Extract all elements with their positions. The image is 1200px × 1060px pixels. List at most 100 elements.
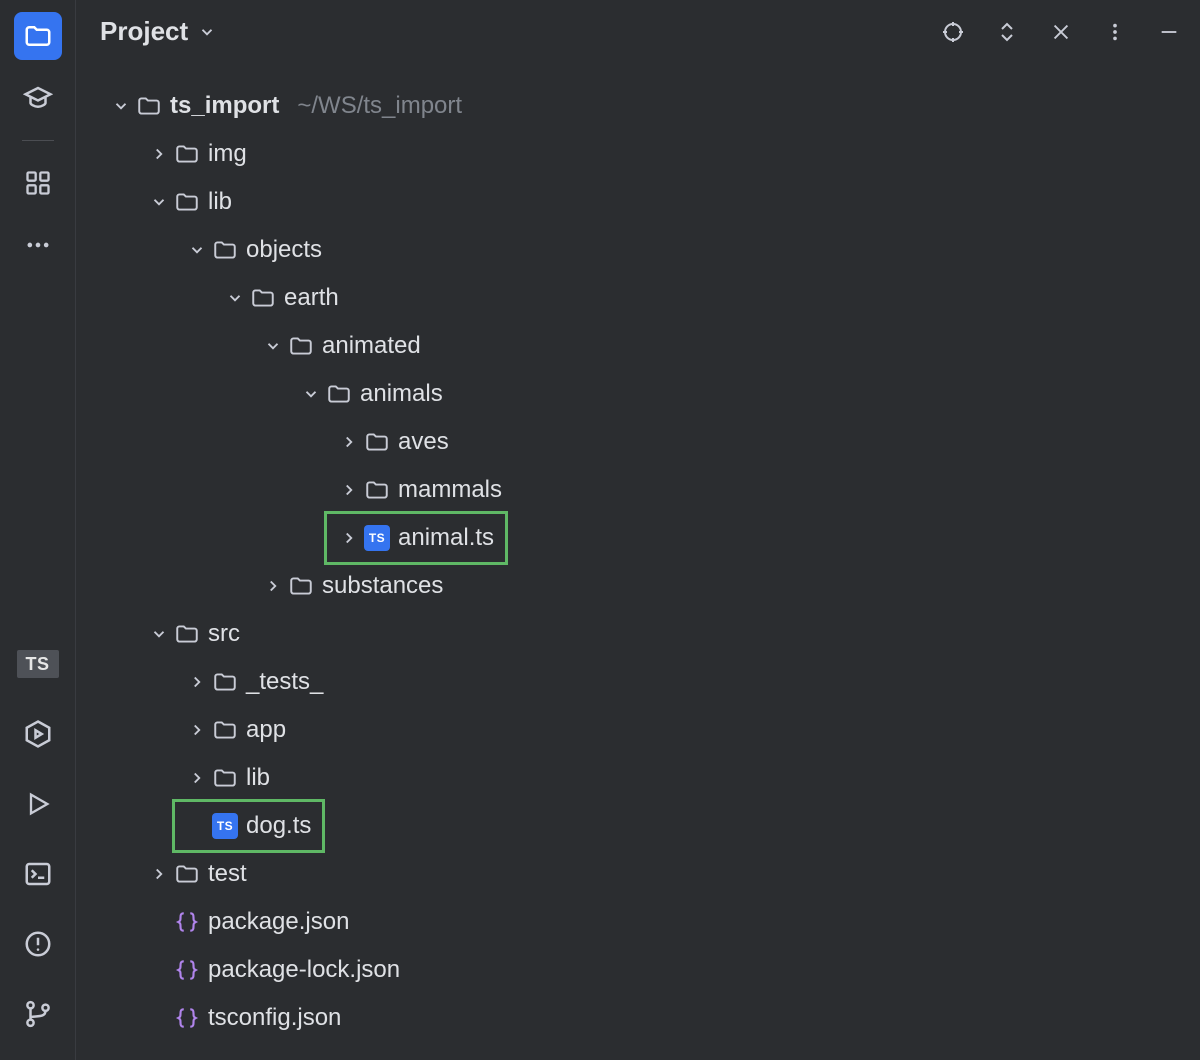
hexagon-play-icon [23, 719, 53, 749]
chevron-down-icon [112, 97, 130, 115]
tree-item-label: lib [246, 764, 270, 792]
chevron-down-icon [226, 289, 244, 307]
chevron-down-icon [150, 625, 168, 643]
rail-separator [22, 140, 54, 141]
minimize-button[interactable] [1156, 19, 1182, 45]
chevron-right-icon [340, 481, 358, 499]
run-button[interactable] [14, 780, 62, 828]
graduation-cap-icon [23, 83, 53, 113]
close-icon [1050, 21, 1072, 43]
tree-item[interactable]: src [76, 610, 1200, 658]
git-branch-icon [23, 999, 53, 1029]
target-icon [941, 20, 965, 44]
tree-item-label: animal.ts [398, 524, 494, 552]
chevron-right-icon [340, 433, 358, 451]
tree-item[interactable]: app [76, 706, 1200, 754]
tree-item[interactable]: TSdog.ts [76, 802, 1200, 850]
folder-icon [288, 333, 314, 359]
grid-icon [24, 169, 52, 197]
minimize-icon [1158, 21, 1180, 43]
panel-toolbar: Project [76, 0, 1200, 64]
tree-item[interactable]: package-lock.json [76, 946, 1200, 994]
chevron-right-icon [264, 577, 282, 595]
select-opened-file-button[interactable] [940, 19, 966, 45]
chevron-right-icon [188, 721, 206, 739]
services-button[interactable] [14, 710, 62, 758]
json-icon [174, 909, 200, 935]
tree-item[interactable]: mammals [76, 466, 1200, 514]
ts-file-icon: TS [364, 525, 390, 551]
tree-item-label: dog.ts [246, 812, 311, 840]
chevron-right-icon [188, 769, 206, 787]
chevron-down-icon [150, 193, 168, 211]
json-icon [174, 957, 200, 983]
terminal-button[interactable] [14, 850, 62, 898]
academy-button[interactable] [14, 74, 62, 122]
warning-circle-icon [23, 929, 53, 959]
chevron-right-icon [188, 673, 206, 691]
structure-button[interactable] [14, 159, 62, 207]
tree-item-path: ~/WS/ts_import [297, 92, 462, 120]
tree-item[interactable]: animals [76, 370, 1200, 418]
tree-item[interactable]: animated [76, 322, 1200, 370]
tree-item[interactable]: lib [76, 754, 1200, 802]
tree-item[interactable]: lib [76, 178, 1200, 226]
project-tree[interactable]: ts_import~/WS/ts_import img lib objects … [76, 64, 1200, 1060]
tree-item[interactable]: objects [76, 226, 1200, 274]
chevron-down-icon [264, 337, 282, 355]
tree-item[interactable]: TS animal.ts [76, 514, 1200, 562]
tree-item[interactable]: test [76, 850, 1200, 898]
tree-item[interactable]: _tests_ [76, 658, 1200, 706]
hide-button[interactable] [1048, 19, 1074, 45]
folder-icon [174, 189, 200, 215]
tree-item[interactable]: tsconfig.json [76, 994, 1200, 1042]
folder-icon [364, 477, 390, 503]
terminal-icon [23, 859, 53, 889]
tree-item[interactable]: substances [76, 562, 1200, 610]
project-tool-button[interactable] [14, 12, 62, 60]
folder-icon [23, 21, 53, 51]
ts-badge-icon: TS [17, 650, 59, 678]
panel-title: Project [100, 16, 188, 47]
folder-icon [250, 285, 276, 311]
folder-icon [174, 621, 200, 647]
folder-icon [288, 573, 314, 599]
folder-icon [212, 765, 238, 791]
options-button[interactable] [1102, 19, 1128, 45]
expand-collapse-button[interactable] [994, 19, 1020, 45]
chevron-down-icon [198, 23, 216, 41]
expand-collapse-icon [995, 20, 1019, 44]
folder-icon [174, 861, 200, 887]
kebab-icon [1104, 21, 1126, 43]
folder-icon [212, 717, 238, 743]
problems-button[interactable] [14, 920, 62, 968]
panel-title-button[interactable]: Project [100, 16, 216, 47]
version-control-button[interactable] [14, 990, 62, 1038]
tree-item-label: lib [208, 188, 232, 216]
tree-item[interactable]: earth [76, 274, 1200, 322]
json-icon [174, 1005, 200, 1031]
tree-item-label: earth [284, 284, 339, 312]
tree-item-label: ts_import [170, 92, 279, 120]
tree-item-label: package.json [208, 908, 349, 936]
tree-item[interactable]: package.json [76, 898, 1200, 946]
more-button[interactable] [14, 221, 62, 269]
tree-item-label: app [246, 716, 286, 744]
typescript-tool-button[interactable]: TS [14, 640, 62, 688]
tree-item-label: src [208, 620, 240, 648]
tree-item-label: aves [398, 428, 449, 456]
tree-item[interactable]: aves [76, 418, 1200, 466]
chevron-right-icon [150, 145, 168, 163]
tree-root[interactable]: ts_import ~/WS/ts_import [76, 82, 1200, 130]
chevron-down-icon [188, 241, 206, 259]
tree-item-label: img [208, 140, 247, 168]
folder-icon [174, 141, 200, 167]
tree-item-label: objects [246, 236, 322, 264]
tree-item-label: substances [322, 572, 443, 600]
tree-item-label: tsconfig.json [208, 1004, 341, 1032]
chevron-right-icon [150, 865, 168, 883]
tree-item[interactable]: img [76, 130, 1200, 178]
tree-item-label: package-lock.json [208, 956, 400, 984]
tree-item-label: animals [360, 380, 443, 408]
folder-icon [364, 429, 390, 455]
